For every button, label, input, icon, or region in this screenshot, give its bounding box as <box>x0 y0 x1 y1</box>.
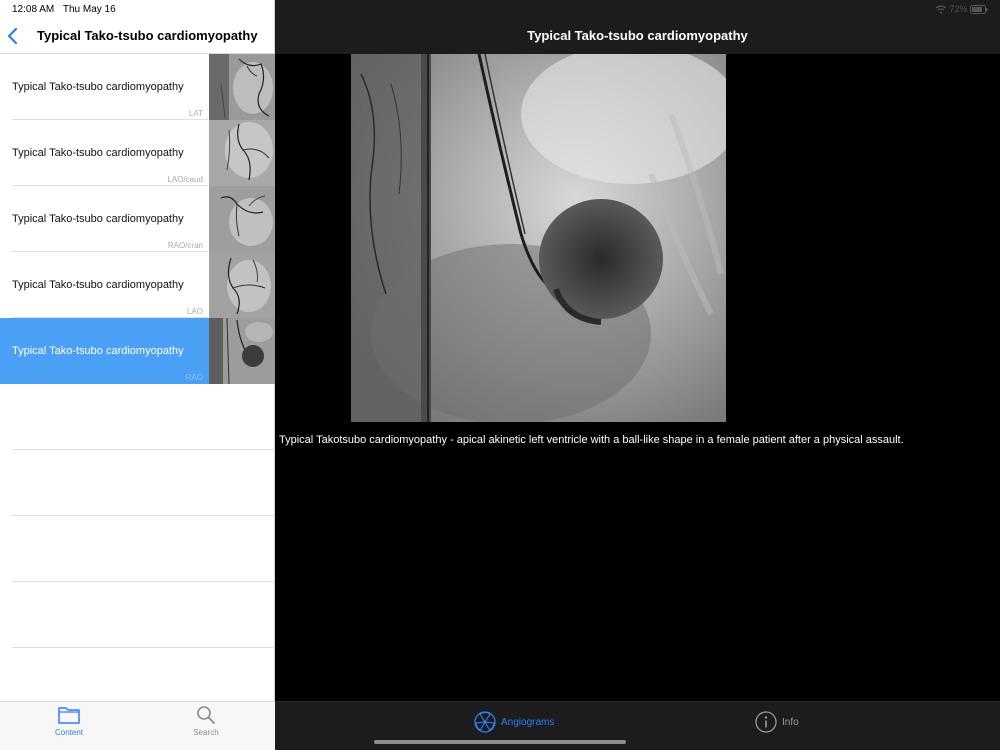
status-bar: 12:08 AM Thu May 16 <box>12 4 122 15</box>
list-item-view: RAO/cran <box>167 241 203 250</box>
list-item-view: LAO/caud <box>167 175 203 184</box>
list-item[interactable]: Typical Tako-tsubo cardiomyopathy RAO/cr… <box>0 186 275 252</box>
thumbnail-image <box>209 318 275 384</box>
empty-row <box>0 582 275 648</box>
tab-angiograms[interactable]: Angiograms <box>474 711 554 733</box>
thumbnail-image <box>209 186 275 252</box>
navigation-bar: Typical Tako-tsubo cardiomyopathy <box>0 18 275 54</box>
radiation-icon <box>474 711 496 733</box>
back-chevron-icon[interactable] <box>6 26 20 46</box>
list-item-label: Typical Tako-tsubo cardiomyopathy <box>12 213 184 225</box>
thumbnail-image <box>209 252 275 318</box>
search-icon <box>197 706 215 724</box>
status-time: 12:08 AM <box>12 4 55 15</box>
image-caption: Typical Takotsubo cardiomyopathy - apica… <box>279 434 904 446</box>
thumbnail-image <box>209 120 275 186</box>
status-right: 72% <box>935 4 988 15</box>
battery-level: 72% <box>949 4 968 14</box>
list-item-view: LAO <box>186 307 203 316</box>
empty-row <box>0 516 275 582</box>
info-icon <box>755 711 777 733</box>
battery-icon <box>970 5 988 15</box>
thumbnail-image <box>209 54 275 120</box>
angiogram-list: Typical Tako-tsubo cardiomyopathy LAT Ty… <box>0 54 275 648</box>
detail-title: Typical Tako-tsubo cardiomyopathy <box>527 28 748 43</box>
list-item-label: Typical Tako-tsubo cardiomyopathy <box>12 147 184 159</box>
left-tab-bar: Content Search <box>0 701 275 750</box>
detail-header: 72% Typical Tako-tsubo cardiomyopathy <box>275 0 1000 54</box>
list-item[interactable]: Typical Tako-tsubo cardiomyopathy LAO/ca… <box>0 120 275 186</box>
detail-panel: 72% Typical Tako-tsubo cardiomyopathy Ty… <box>275 0 1000 750</box>
list-item-view: RAO <box>185 373 203 382</box>
tab-search[interactable]: Search <box>176 704 236 737</box>
tab-info-label: Info <box>782 716 799 728</box>
empty-row <box>0 384 275 450</box>
list-item-label: Typical Tako-tsubo cardiomyopathy <box>12 279 184 291</box>
nav-title: Typical Tako-tsubo cardiomyopathy <box>37 28 258 43</box>
row-divider <box>12 647 275 648</box>
empty-row <box>0 450 275 516</box>
tab-content-label: Content <box>54 728 84 737</box>
list-item-view: LAT <box>188 109 203 118</box>
list-item-label: Typical Tako-tsubo cardiomyopathy <box>12 345 184 357</box>
tab-info[interactable]: Info <box>755 711 799 733</box>
wifi-icon <box>935 5 947 14</box>
master-panel: 12:08 AM Thu May 16 Typical Tako-tsubo c… <box>0 0 275 750</box>
status-date: Thu May 16 <box>62 4 116 15</box>
folder-icon <box>58 707 80 724</box>
tab-content[interactable]: Content <box>39 704 99 737</box>
list-item-label: Typical Tako-tsubo cardiomyopathy <box>12 81 184 93</box>
list-item[interactable]: Typical Tako-tsubo cardiomyopathy LAO <box>0 252 275 318</box>
tab-angiograms-label: Angiograms <box>501 716 555 728</box>
list-item[interactable]: Typical Tako-tsubo cardiomyopathy LAT <box>0 54 275 120</box>
angiogram-image[interactable] <box>351 54 726 422</box>
tab-search-label: Search <box>193 728 219 737</box>
list-item-selected[interactable]: Typical Tako-tsubo cardiomyopathy RAO <box>0 318 275 384</box>
home-indicator[interactable] <box>374 740 626 744</box>
